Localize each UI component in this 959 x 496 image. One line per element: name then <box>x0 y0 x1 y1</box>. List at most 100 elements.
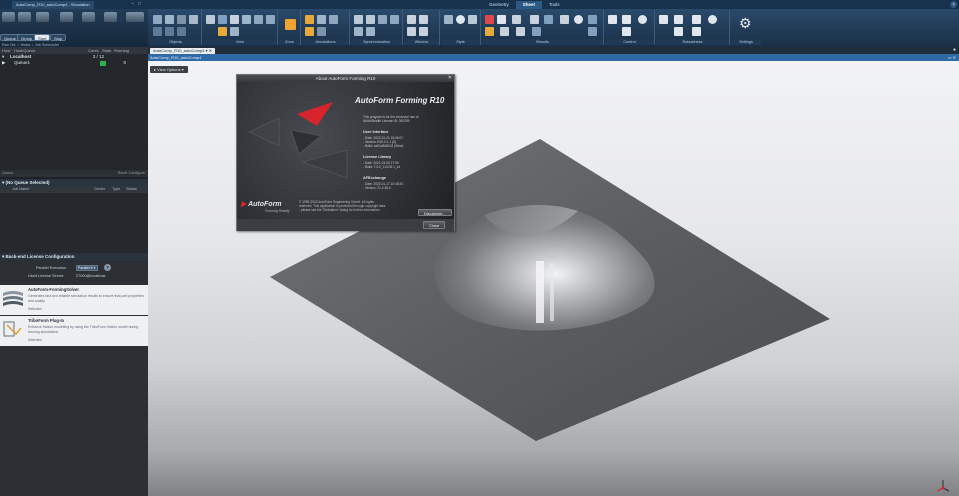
ribbon-tabs: Geometry Sheet Tools <box>482 1 567 9</box>
maximize-icon[interactable]: □ <box>137 1 142 7</box>
object-icon[interactable] <box>165 15 174 24</box>
help-icon[interactable]: ? <box>104 264 111 271</box>
column-header[interactable]: Owner <box>94 186 112 193</box>
column-header[interactable]: State <box>100 47 112 54</box>
view-icon[interactable] <box>266 15 275 24</box>
annotation-icon[interactable] <box>317 15 326 24</box>
column-header[interactable]: Running <box>112 47 130 54</box>
new-job-icon[interactable] <box>18 12 31 22</box>
object-icon[interactable] <box>153 15 162 24</box>
robustness-icon[interactable] <box>674 15 683 24</box>
control-icon[interactable] <box>622 15 631 24</box>
result-icon[interactable] <box>560 15 569 24</box>
column-header[interactable]: Cores <box>86 47 100 54</box>
sync-icon[interactable] <box>354 15 363 24</box>
view-icon[interactable] <box>218 27 227 36</box>
tab-sheet[interactable]: Sheet <box>515 1 543 9</box>
arrow-left-icon[interactable] <box>60 12 73 22</box>
result-icon[interactable] <box>532 27 541 36</box>
robustness-icon[interactable] <box>692 15 701 24</box>
parallel-select[interactable]: Parallel 8 ▾ <box>76 265 98 271</box>
result-icon[interactable] <box>516 27 525 36</box>
result-icon[interactable] <box>574 15 583 24</box>
control-icon[interactable] <box>622 27 631 36</box>
result-icon[interactable] <box>485 15 494 24</box>
column-header[interactable]: Type <box>112 186 126 193</box>
sync-icon[interactable] <box>390 15 399 24</box>
result-icon[interactable] <box>512 15 521 24</box>
copyright-line: - please see the 'Disclaimer' dialog for… <box>299 208 381 212</box>
product-name: AutoForm Forming R10 <box>355 96 445 105</box>
section-heading: License Library <box>363 155 392 159</box>
object-icon[interactable] <box>177 27 186 36</box>
result-icon[interactable] <box>588 27 597 36</box>
robustness-icon[interactable] <box>674 27 683 36</box>
control-icon[interactable] <box>638 15 647 24</box>
annotation-icon[interactable] <box>305 15 314 24</box>
annotation-icon[interactable] <box>329 15 338 24</box>
tab-tools[interactable]: Tools <box>542 1 567 9</box>
annotation-icon[interactable] <box>317 27 326 36</box>
disclaimer-button[interactable]: Disclaimer... <box>418 209 452 216</box>
sync-icon[interactable] <box>366 15 375 24</box>
solver-forming[interactable]: AutoForm-FormingSolver Generates fast an… <box>0 285 148 315</box>
view-options-button[interactable]: ▸ View Options ▾ <box>150 66 188 73</box>
start-button[interactable]: Start <box>34 34 51 41</box>
window-icon[interactable] <box>419 15 428 24</box>
control-icon[interactable] <box>608 15 617 24</box>
object-icon[interactable] <box>189 15 198 24</box>
queue-footer-actions[interactable]: Reset Configure <box>118 170 145 177</box>
stop-icon[interactable] <box>82 12 95 22</box>
style-icon[interactable] <box>456 15 465 24</box>
result-icon[interactable] <box>485 27 494 36</box>
open-file-icon[interactable] <box>2 12 15 22</box>
sync-icon[interactable] <box>354 27 363 36</box>
view-icon[interactable] <box>218 15 227 24</box>
window-icon[interactable] <box>419 27 428 36</box>
result-icon[interactable] <box>530 15 539 24</box>
close-icon[interactable]: ✕ <box>448 75 452 82</box>
sync-icon[interactable] <box>378 15 387 24</box>
window-icon[interactable] <box>407 27 416 36</box>
view-icon[interactable] <box>242 15 251 24</box>
style-icon[interactable] <box>444 15 453 24</box>
view-window-controls[interactable]: ▭ ✕ <box>948 54 956 61</box>
tab-geometry[interactable]: Geometry <box>482 1 516 9</box>
view-icon[interactable] <box>206 15 215 24</box>
style-icon[interactable] <box>468 15 477 24</box>
view-icon[interactable] <box>230 15 239 24</box>
minimize-icon[interactable]: – <box>130 1 135 7</box>
window-icon[interactable] <box>407 15 416 24</box>
network-icon[interactable] <box>126 12 144 22</box>
help-icon[interactable]: ? <box>950 1 957 8</box>
panel-toggle-icon[interactable]: ● <box>953 47 956 54</box>
stop-button[interactable]: Stop <box>50 34 67 41</box>
gear-icon[interactable]: ⚙ <box>739 16 752 30</box>
wrench-icon[interactable] <box>36 12 49 22</box>
object-icon[interactable] <box>165 27 174 36</box>
annotation-icon[interactable] <box>305 27 314 36</box>
result-icon[interactable] <box>500 27 509 36</box>
object-icon[interactable] <box>177 15 186 24</box>
table-row[interactable]: ▶ Queue1 0 <box>0 60 148 66</box>
view-icon[interactable] <box>230 27 239 36</box>
solver-triboform[interactable]: TriboForm Plug-In Enhance friction model… <box>0 316 148 346</box>
result-icon[interactable] <box>497 15 506 24</box>
robustness-icon[interactable] <box>659 15 668 24</box>
view-icon[interactable] <box>254 15 263 24</box>
file-tab[interactable]: AutoComp_R10_autoComp4 - Simulation <box>12 1 94 9</box>
monitor-icon[interactable] <box>104 12 117 22</box>
column-header[interactable]: Status <box>126 186 144 193</box>
zone-icon[interactable] <box>285 19 296 30</box>
object-icon[interactable] <box>153 27 162 36</box>
result-icon[interactable] <box>588 15 597 24</box>
play-icon[interactable]: ▶ <box>2 60 14 66</box>
robustness-icon[interactable] <box>692 27 701 36</box>
column-header[interactable]: Host <box>0 47 12 54</box>
column-header[interactable]: Job Name <box>0 186 94 193</box>
result-icon[interactable] <box>544 15 553 24</box>
close-button[interactable]: Close <box>423 221 446 229</box>
sync-icon[interactable] <box>366 27 375 36</box>
column-header[interactable]: Host/Queue <box>12 47 86 54</box>
robustness-icon[interactable] <box>708 15 717 24</box>
